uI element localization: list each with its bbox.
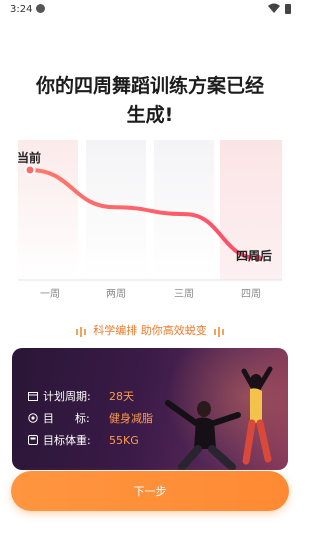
target-icon	[28, 413, 38, 423]
title-line-1: 你的四周舞蹈训练方案已经	[35, 75, 264, 97]
scale-icon	[28, 435, 38, 445]
plan-goal-row: 目 标: 健身减脂	[28, 410, 153, 426]
slogan: 科学编排 助你高效蜕变	[0, 322, 300, 338]
period-label: 计划周期:	[43, 390, 91, 403]
slogan-text: 科学编排 助你高效蜕变	[93, 324, 207, 337]
weight-value: 55KG	[109, 433, 139, 447]
chart-svg: 当前 四周后 一周 两周 三周 四周	[17, 140, 282, 300]
chart-column-3	[154, 140, 214, 280]
end-label: 四周后	[236, 248, 272, 263]
start-label: 当前	[17, 150, 41, 165]
plan-card: 计划周期: 28天 目 标: 健身减脂 目标体重: 55KG	[12, 348, 288, 470]
left-bars-icon	[75, 325, 87, 338]
status-time: 3:24	[10, 4, 33, 15]
weight-label: 目标体重:	[43, 434, 91, 447]
x-label-week3: 三周	[174, 288, 194, 300]
plan-weight-row: 目标体重: 55KG	[28, 432, 139, 448]
x-label-week1: 一周	[40, 288, 60, 300]
progress-chart: 当前 四周后 一周 两周 三周 四周	[0, 140, 300, 305]
right-bars-icon	[213, 325, 225, 338]
calendar-icon	[28, 392, 38, 401]
plan-period-row: 计划周期: 28天	[28, 388, 134, 404]
start-point	[24, 164, 36, 176]
x-label-week4: 四周	[241, 288, 261, 300]
period-value: 28天	[109, 390, 134, 403]
wifi-icon	[268, 3, 280, 16]
page-title: 你的四周舞蹈训练方案已经 生成!	[0, 72, 300, 130]
goal-value: 健身减脂	[109, 412, 153, 425]
dancers-image	[165, 366, 273, 470]
goal-label: 目 标:	[43, 412, 90, 425]
next-step-button[interactable]: 下一步	[11, 471, 289, 511]
status-bar: 3:24	[0, 0, 300, 20]
battery-icon	[285, 4, 291, 14]
x-label-week2: 两周	[106, 288, 126, 300]
title-line-2: 生成!	[126, 104, 174, 126]
notification-icon	[36, 4, 45, 13]
